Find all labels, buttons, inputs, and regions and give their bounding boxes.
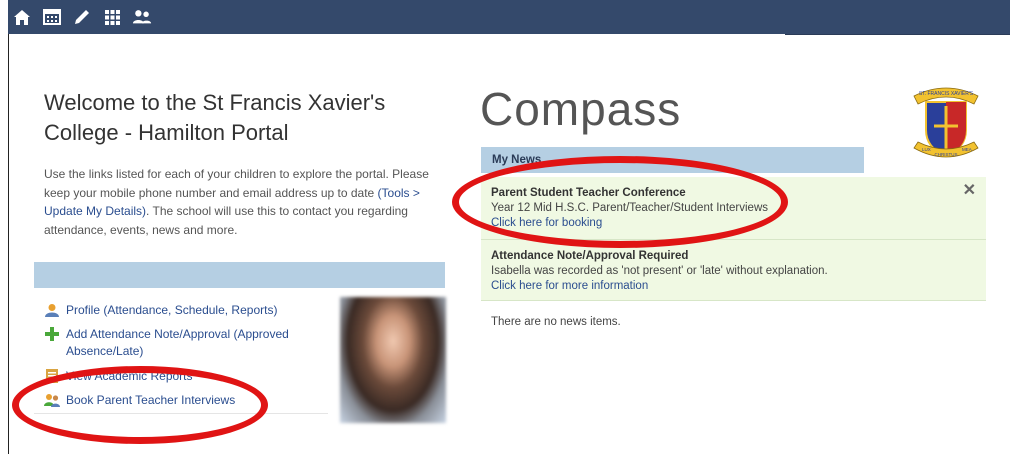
links-divider	[34, 413, 328, 414]
academic-reports-link[interactable]: View Academic Reports	[34, 368, 193, 385]
book-interviews-link[interactable]: Book Parent Teacher Interviews	[34, 392, 235, 409]
left-border	[8, 34, 9, 454]
alert-description: Isabella was recorded as 'not present' o…	[491, 265, 828, 277]
welcome-title: Welcome to the St Francis Xavier's Colle…	[44, 90, 386, 145]
alert-description: Year 12 Mid H.S.C. Parent/Teacher/Studen…	[491, 202, 768, 214]
topbar-underline	[785, 34, 1010, 35]
no-news-message: There are no news items.	[491, 316, 621, 328]
compass-title: Compass	[480, 83, 682, 135]
my-news-title: My News	[492, 154, 542, 166]
alert-title: Attendance Note/Approval Required	[491, 250, 689, 262]
booking-link[interactable]: Click here for booking	[491, 216, 602, 231]
crest-motto-center: CHRISTUS	[934, 152, 957, 157]
alert-attendance: Attendance Note/Approval Required Isabel…	[481, 240, 986, 301]
pencil-icon[interactable]	[72, 7, 92, 27]
plus-icon	[45, 327, 59, 341]
alert-conference: Parent Student Teacher Conference Year 1…	[481, 177, 986, 240]
my-news-header: My News	[481, 147, 864, 173]
college-crest-logo: ST. FRANCIS XAVIER'S LUX CHRISTUS MEA	[913, 87, 979, 158]
crest-motto-left: LUX	[922, 147, 931, 152]
add-attendance-note-link[interactable]: Add Attendance Note/Approval (Approved A…	[34, 326, 294, 360]
more-info-link[interactable]: Click here for more information	[491, 279, 648, 294]
profile-link[interactable]: Profile (Attendance, Schedule, Reports)	[34, 302, 277, 319]
people-icon[interactable]	[132, 7, 152, 27]
child-header-band	[34, 262, 445, 288]
report-icon	[46, 369, 58, 383]
student-photo	[340, 297, 446, 423]
close-icon[interactable]: ✕	[963, 183, 976, 199]
crest-top-text: ST. FRANCIS XAVIER'S	[919, 91, 974, 97]
home-icon[interactable]	[12, 7, 32, 27]
grid-icon[interactable]	[102, 7, 122, 27]
crest-motto-right: MEA	[962, 147, 972, 152]
welcome-intro: Use the links listed for each of your ch…	[44, 165, 434, 239]
calendar-icon[interactable]	[42, 7, 62, 27]
profile-icon	[45, 304, 59, 317]
top-nav-bar	[8, 0, 1010, 34]
meeting-icon	[44, 394, 60, 407]
alert-title: Parent Student Teacher Conference	[491, 187, 686, 199]
intro-text-start: Use the links listed for each of your ch…	[44, 167, 429, 200]
